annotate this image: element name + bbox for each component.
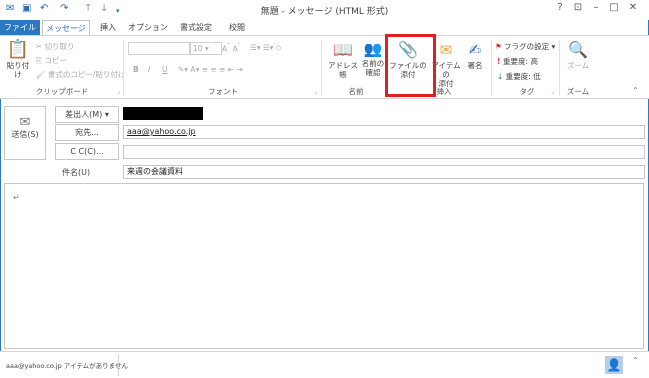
tags-dialog-launcher-icon[interactable]: ⌟: [551, 88, 554, 95]
highlight-icon[interactable]: ✎▾ A▾ ≡ ≡ ≡ ⇤ ⇥: [178, 65, 243, 74]
bullets-icon[interactable]: ☰▾ ☰▾ ◇: [250, 43, 282, 52]
ribbon-tabs: ファイル メッセージ 挿入 オプション 書式設定 校閲: [0, 20, 649, 36]
minimize-icon[interactable]: –: [588, 2, 604, 13]
tab-format-text[interactable]: 書式設定: [175, 20, 217, 35]
clipboard-icon: 📋: [6, 39, 30, 60]
bold-button[interactable]: B: [133, 65, 139, 74]
grow-font-icon[interactable]: Aˆ Aˇ: [222, 43, 241, 54]
font-size-select[interactable]: 10 ▾: [190, 42, 222, 55]
zoom-button[interactable]: 🔍 ズーム: [563, 39, 593, 70]
divider: [559, 40, 560, 96]
scissors-icon: ✂: [36, 42, 45, 51]
message-body[interactable]: ↵: [4, 183, 644, 349]
from-button[interactable]: 差出人(M) ▾: [55, 106, 119, 123]
paragraph-mark: ↵: [13, 193, 20, 202]
address-book-button[interactable]: 📖 アドレス帳: [326, 39, 360, 79]
ribbon: 📋 貼り付け ✂ 切り取り ⎘ コピー 🖌 書式のコピー/貼り付け クリップボー…: [0, 35, 649, 99]
zoom-group-label: ズーム: [566, 87, 590, 96]
chevron-down-icon: ▾: [104, 110, 109, 119]
tags-group-label: タグ: [519, 87, 535, 96]
zoom-label: ズーム: [566, 61, 590, 70]
font-name-select[interactable]: [128, 42, 190, 55]
status-text: aaa@yahoo.co.jp アイテムがありません: [6, 362, 128, 370]
check-names-button[interactable]: 👥 名前の 確認: [361, 39, 385, 77]
collapse-ribbon-icon[interactable]: ⌃: [632, 86, 639, 95]
address-book-label: アドレス帳: [328, 61, 358, 79]
flag-icon: ⚑: [495, 42, 505, 51]
redacted-sender: [123, 107, 203, 120]
signature-button[interactable]: ✍ 署名: [463, 39, 487, 70]
title-bar: ✉ ▣ ↶ ↷ ↑ ↓ ▾ 無題 - メッセージ (HTML 形式) ? ⊡ –…: [0, 0, 649, 20]
high-importance-button[interactable]: ! 重要度: 高: [497, 56, 538, 67]
divider: [118, 354, 119, 376]
font-dialog-launcher-icon[interactable]: ⌟: [314, 88, 317, 95]
tab-options[interactable]: オプション: [128, 20, 168, 35]
paste-button[interactable]: 📋 貼り付け: [4, 39, 32, 79]
address-book-icon: 📖: [333, 40, 353, 59]
down-arrow-icon: ↓: [497, 72, 506, 81]
copy-label: コピー: [44, 56, 67, 65]
paste-label: 貼り付け: [6, 61, 30, 79]
collapse-people-pane-icon[interactable]: ⌃: [632, 356, 639, 365]
magnifier-icon: 🔍: [568, 40, 588, 59]
tab-review[interactable]: 校閲: [224, 20, 250, 35]
avatar[interactable]: 👤: [605, 356, 623, 374]
check-names-label-1: 名前の: [361, 59, 385, 68]
font-size-value: 10: [193, 44, 203, 53]
send-button[interactable]: ✉ 送信(S): [4, 106, 46, 160]
to-field[interactable]: aaa@yahoo.co.jp: [123, 125, 645, 139]
follow-up-button[interactable]: ⚑ フラグの設定 ▾: [495, 41, 555, 52]
cut-button[interactable]: ✂ 切り取り: [36, 41, 75, 52]
highlight-box: [385, 34, 436, 97]
check-names-label-2: 確認: [365, 68, 381, 77]
send-icon: ✉: [19, 115, 31, 130]
italic-button[interactable]: I: [148, 65, 150, 74]
copy-button[interactable]: ⎘ コピー: [36, 55, 67, 66]
from-label: 差出人(M): [65, 110, 103, 119]
help-icon[interactable]: ?: [552, 2, 568, 13]
names-group-label: 名前: [348, 87, 364, 96]
dialog-launcher-icon[interactable]: ⌟: [117, 88, 120, 95]
format-painter-label: 書式のコピー/貼り付け: [47, 70, 126, 79]
close-icon[interactable]: ✕: [625, 2, 641, 13]
signature-icon: ✍: [468, 41, 482, 59]
send-label: 送信(S): [11, 130, 39, 139]
maximize-icon[interactable]: □: [606, 2, 622, 13]
high-importance-label: 重要度: 高: [503, 57, 538, 66]
tab-file[interactable]: ファイル: [0, 20, 40, 35]
check-names-icon: 👥: [363, 40, 383, 58]
subject-field[interactable]: 来週の会議資料: [123, 165, 645, 179]
cc-field[interactable]: [123, 145, 645, 159]
signature-label: 署名: [467, 61, 483, 70]
low-importance-label: 重要度: 低: [505, 72, 541, 81]
low-importance-button[interactable]: ↓ 重要度: 低: [497, 71, 541, 82]
divider: [123, 40, 124, 96]
follow-up-label: フラグの設定: [504, 42, 550, 51]
ribbon-display-icon[interactable]: ⊡: [570, 2, 586, 13]
font-group-label: フォント: [208, 87, 238, 96]
tab-message[interactable]: メッセージ: [42, 20, 90, 36]
status-bar: aaa@yahoo.co.jp アイテムがありません 👤 ⌃: [0, 351, 649, 378]
subject-label: 件名(U): [62, 168, 91, 177]
format-painter-button[interactable]: 🖌 書式のコピー/貼り付け: [36, 69, 125, 80]
brush-icon: 🖌: [36, 70, 48, 79]
cut-label: 切り取り: [44, 42, 75, 51]
cc-button[interactable]: C C(C)...: [55, 143, 119, 160]
to-button[interactable]: 宛先...: [55, 124, 119, 141]
clipboard-group-label: クリップボード: [35, 87, 89, 96]
tab-insert[interactable]: 挿入: [96, 20, 120, 35]
divider: [491, 40, 492, 96]
divider: [321, 40, 322, 96]
underline-button[interactable]: U: [162, 65, 168, 74]
